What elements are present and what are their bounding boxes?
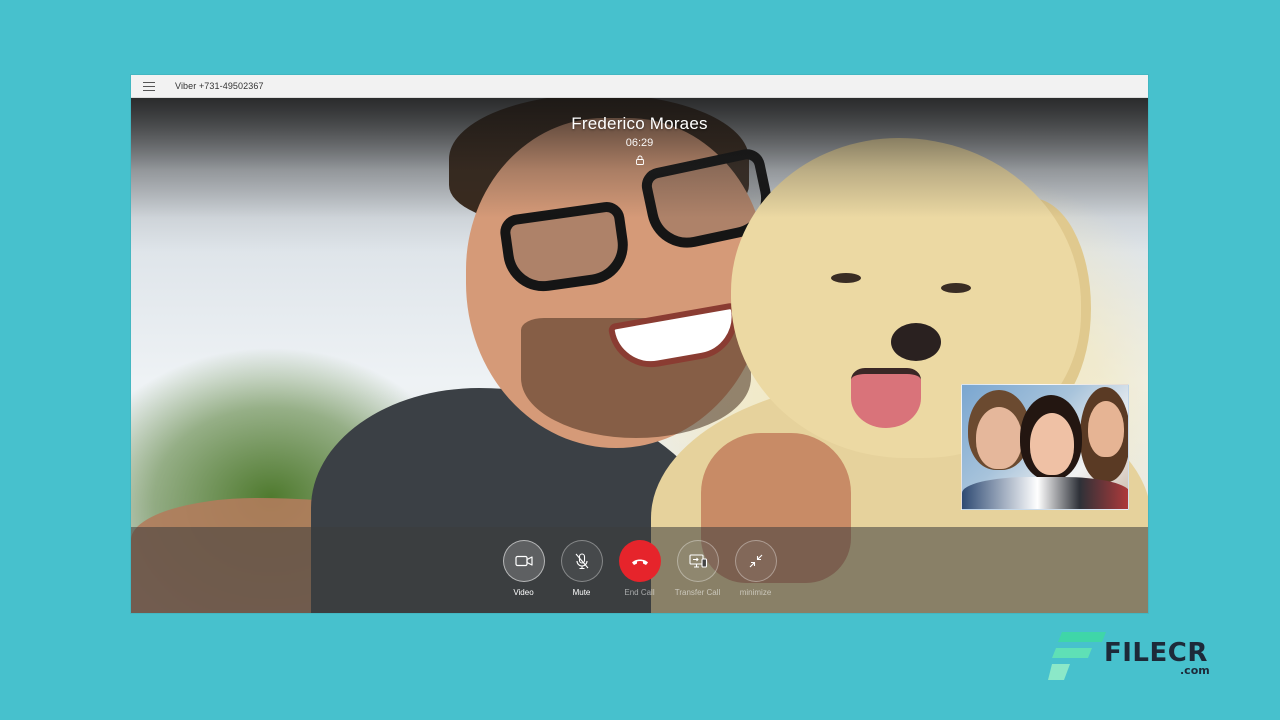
minimize-arrows-icon [735,540,777,582]
video-dog-eye-left [831,273,861,283]
call-controls: Video Mute End Call Transfer Call [131,527,1148,613]
transfer-call-label: Transfer Call [675,588,721,597]
microphone-muted-icon [561,540,603,582]
end-call-label: End Call [624,588,654,597]
call-duration: 06:29 [131,137,1148,149]
window-title: Viber +731-49502367 [175,81,264,91]
caller-name: Frederico Moraes [131,114,1148,134]
video-dog-eye-right [941,283,971,293]
end-call-button[interactable]: End Call [619,540,661,597]
phone-hangup-icon [619,540,661,582]
video-label: Video [513,588,533,597]
mute-label: Mute [573,588,591,597]
video-camera-icon [503,540,545,582]
minimize-label: minimize [740,588,772,597]
video-dog-tongue [851,368,921,428]
remote-video: Frederico Moraes 06:29 Video [131,98,1148,613]
lock-icon [635,152,645,162]
minimize-button[interactable]: minimize [735,540,777,597]
hamburger-menu-icon[interactable] [143,82,155,91]
mute-button[interactable]: Mute [561,540,603,597]
title-bar: Viber +731-49502367 [131,75,1148,98]
call-info: Frederico Moraes 06:29 [131,114,1148,170]
video-dog-nose [891,323,941,361]
filecr-watermark: FILECR .com [1048,628,1218,684]
video-button[interactable]: Video [503,540,545,597]
watermark-suffix: .com [1180,664,1210,677]
viber-window: Viber +731-49502367 Frederico Moraes 06:… [131,75,1148,613]
filecr-logo-icon [1048,628,1108,684]
transfer-screen-icon [677,540,719,582]
self-view-video[interactable] [961,384,1129,510]
transfer-call-button[interactable]: Transfer Call [677,540,719,597]
